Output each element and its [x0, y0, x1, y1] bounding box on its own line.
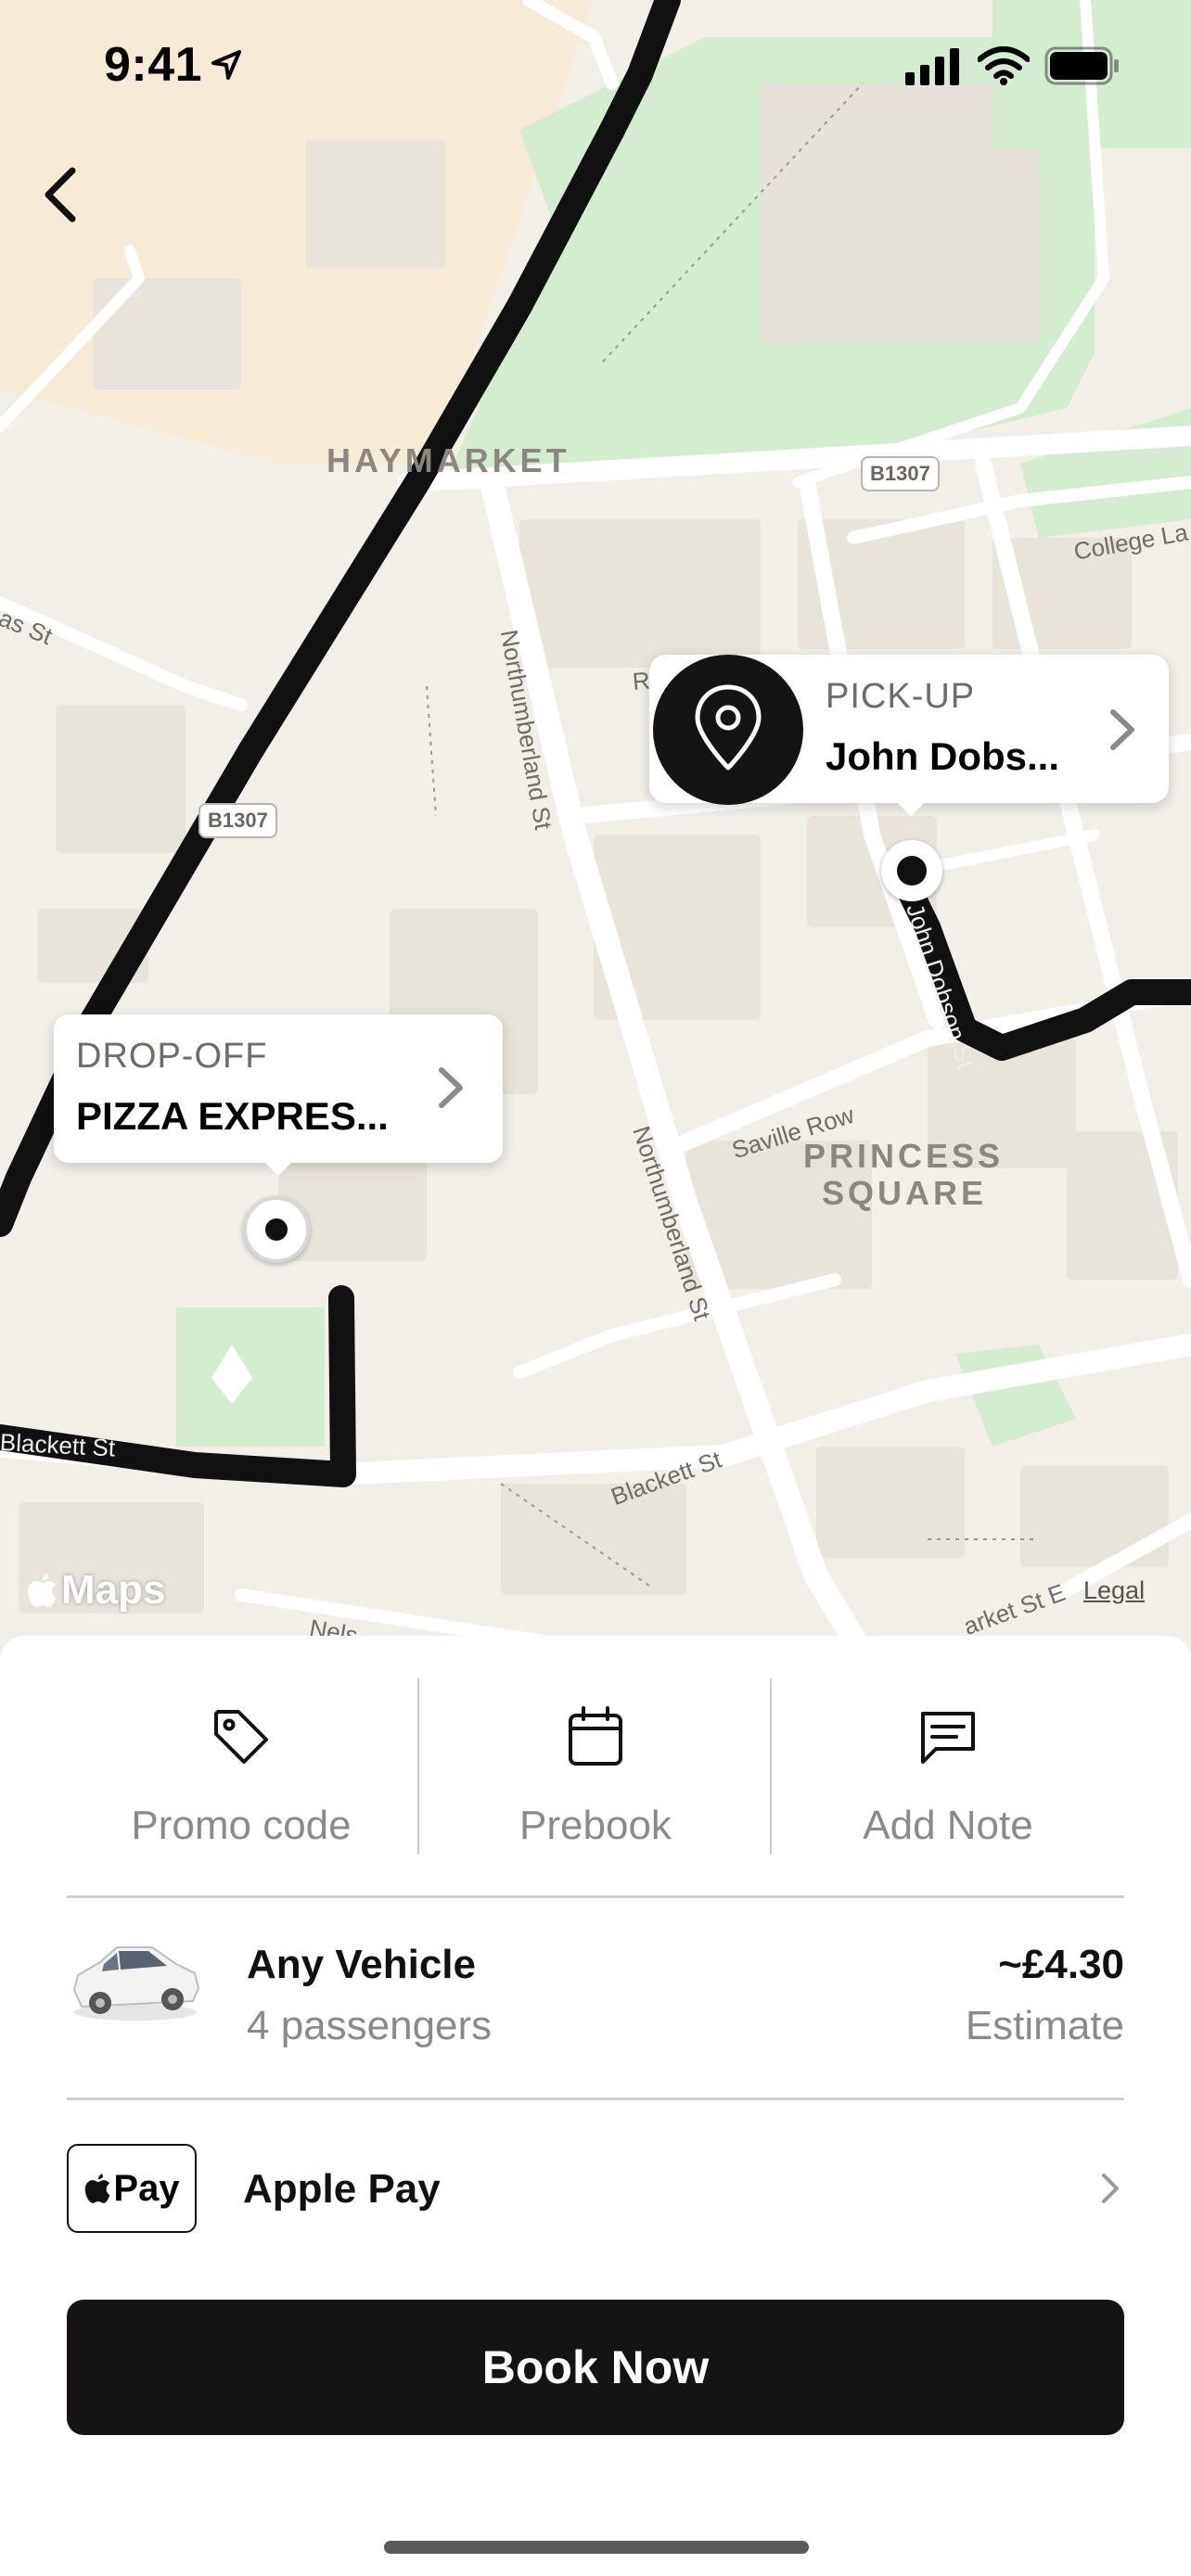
apple-pay-badge: Pay: [67, 2144, 197, 2233]
street-label-blackett-left: Blackett St: [0, 1428, 116, 1462]
promo-code-button[interactable]: Promo code: [65, 1636, 417, 1858]
road-badge-b1307-top: B1307: [861, 456, 940, 491]
car-icon: [72, 1946, 200, 2021]
payment-method-selector[interactable]: Pay Apple Pay: [67, 2142, 1124, 2235]
pickup-value: John Dobs...: [826, 734, 1059, 778]
maps-attribution: Maps: [61, 1567, 166, 1613]
vehicle-name: Any Vehicle: [247, 1942, 477, 1987]
battery-icon: [1044, 46, 1119, 85]
chevron-left-icon: [45, 167, 76, 223]
area-label-haymarket: HAYMARKET: [327, 441, 570, 479]
status-time: 9:41: [104, 38, 203, 92]
promo-code-label: Promo code: [131, 1803, 352, 1848]
cellular-signal-icon: [905, 48, 959, 85]
map-base: [0, 0, 1191, 1669]
apple-pay-badge-text: Pay: [113, 2167, 180, 2209]
location-pin-icon: [695, 684, 762, 771]
payment-label: Apple Pay: [243, 2166, 441, 2212]
dropoff-marker: [243, 1196, 310, 1263]
map-view[interactable]: HAYMARKET PRINCESS SQUARE B1307 B1307 No…: [0, 0, 1191, 1669]
chevron-right-icon: [1110, 709, 1134, 750]
area-label-square: SQUARE: [822, 1174, 988, 1212]
book-now-button[interactable]: Book Now: [67, 2300, 1124, 2435]
dropoff-callout[interactable]: DROP-OFF PIZZA EXPRES...: [54, 1014, 503, 1176]
pickup-marker: [881, 840, 942, 901]
divider: [67, 1895, 1124, 1898]
price-estimate-label: Estimate: [965, 2003, 1124, 2048]
tag-icon: [214, 1710, 268, 1764]
area-label-princess: PRINCESS: [803, 1137, 1005, 1175]
dropoff-value: PIZZA EXPRES...: [76, 1094, 389, 1138]
dropoff-label: DROP-OFF: [76, 1037, 268, 1076]
wifi-icon: [978, 46, 1030, 85]
add-note-label: Add Note: [863, 1803, 1033, 1848]
prebook-button[interactable]: Prebook: [419, 1636, 772, 1858]
vehicle-price: ~£4.30: [998, 1942, 1124, 1987]
divider: [67, 2098, 1124, 2100]
pickup-label: PICK-UP: [826, 677, 976, 716]
apple-logo-icon: [85, 2174, 110, 2203]
vehicle-selector[interactable]: Any Vehicle 4 passengers ~£4.30 Estimate: [67, 1919, 1124, 2048]
home-indicator: [384, 2541, 809, 2554]
chevron-right-icon: [439, 1067, 463, 1108]
vehicle-passengers: 4 passengers: [247, 2003, 493, 2048]
road-badge-b1307-left: B1307: [198, 803, 277, 838]
legal-link[interactable]: Legal: [1083, 1576, 1145, 1605]
message-icon: [921, 1712, 975, 1764]
location-arrow-icon: [211, 50, 241, 80]
prebook-label: Prebook: [519, 1803, 672, 1848]
calendar-icon: [569, 1706, 622, 1766]
pickup-pin-badge: [653, 655, 803, 805]
apple-logo-icon: [28, 1574, 56, 1607]
add-note-button[interactable]: Add Note: [772, 1636, 1124, 1858]
apple-maps-logo: Maps: [26, 1567, 165, 1613]
back-button[interactable]: [28, 158, 102, 232]
status-bar: 9:41: [0, 0, 1191, 130]
chevron-right-icon: [1102, 2174, 1119, 2203]
